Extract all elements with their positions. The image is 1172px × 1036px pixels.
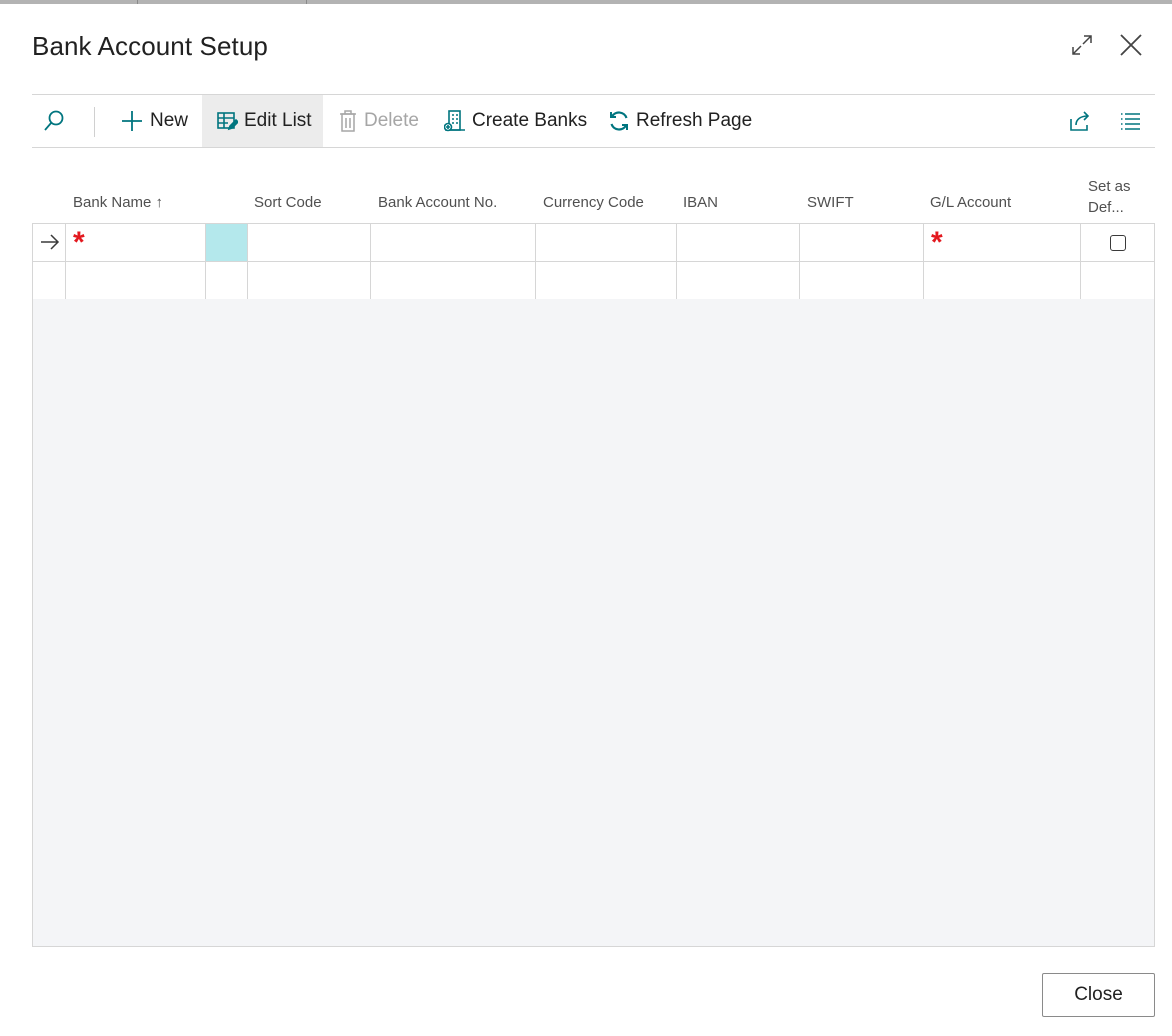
create-banks-icon <box>444 110 465 132</box>
grid-body: * * <box>32 223 1155 947</box>
list-view-button[interactable] <box>1119 95 1147 147</box>
cell-swift[interactable] <box>800 224 924 261</box>
search-button[interactable] <box>42 95 74 147</box>
create-banks-button-label: Create Banks <box>472 110 588 131</box>
refresh-page-button[interactable]: Refresh Page <box>608 95 752 147</box>
strip-divider <box>306 0 307 4</box>
cell-iban[interactable] <box>677 224 800 261</box>
refresh-page-button-label: Refresh Page <box>636 110 753 131</box>
list-view-icon <box>1121 113 1140 130</box>
cell-set-as-default <box>1081 224 1154 261</box>
column-header-bank-account-no[interactable]: Bank Account No. <box>378 194 497 211</box>
delete-button[interactable]: Delete <box>338 95 419 147</box>
close-icon <box>1120 34 1142 56</box>
background-page-strip <box>0 0 1172 4</box>
cell-gl-account[interactable] <box>924 262 1081 299</box>
new-button-label: New <box>150 110 189 131</box>
edit-list-icon <box>217 112 238 131</box>
edit-list-button[interactable]: Edit List <box>202 95 323 147</box>
required-indicator: * <box>931 226 943 259</box>
cell-sort-code[interactable] <box>248 224 371 261</box>
table-row[interactable]: * * <box>33 223 1154 261</box>
table-row[interactable] <box>33 261 1154 299</box>
column-header-currency-code[interactable]: Currency Code <box>543 194 644 211</box>
column-header-sort-code[interactable]: Sort Code <box>254 194 322 211</box>
cell-sort-code[interactable] <box>248 262 371 299</box>
cell-bank-account-no[interactable] <box>371 262 536 299</box>
cell-iban[interactable] <box>677 262 800 299</box>
set-as-default-checkbox[interactable] <box>1110 235 1126 251</box>
cell-currency-code[interactable] <box>536 224 677 261</box>
delete-button-label: Delete <box>364 110 419 131</box>
column-header-bank-name[interactable]: Bank Name ↑ <box>73 194 163 211</box>
close-button[interactable]: Close <box>1042 973 1155 1017</box>
toolbar-separator <box>94 107 95 137</box>
cell-bank-name[interactable] <box>66 262 206 299</box>
arrow-right-icon <box>41 234 60 250</box>
required-indicator: * <box>73 226 85 259</box>
share-button[interactable] <box>1068 95 1098 147</box>
cell-currency-code[interactable] <box>536 262 677 299</box>
cell-bank-account-no[interactable] <box>371 224 536 261</box>
cell-bank-name[interactable]: * <box>66 224 206 261</box>
grid-header: Bank Name ↑ Sort Code Bank Account No. C… <box>32 170 1155 224</box>
strip-divider <box>137 0 138 4</box>
row-indicator-cell[interactable] <box>33 224 66 261</box>
close-dialog-button[interactable] <box>1116 30 1146 60</box>
column-header-iban[interactable]: IBAN <box>683 194 718 211</box>
expand-button[interactable] <box>1067 30 1097 60</box>
delete-icon <box>340 110 356 132</box>
column-header-gl-account[interactable]: G/L Account <box>930 194 1011 211</box>
cell-bank-name-lookup[interactable] <box>206 262 248 299</box>
create-banks-button[interactable]: Create Banks <box>444 95 587 147</box>
dialog-title: Bank Account Setup <box>32 31 268 61</box>
plus-icon <box>122 111 142 131</box>
search-icon <box>44 110 64 131</box>
new-button[interactable]: New <box>120 95 188 147</box>
column-header-set-as-default[interactable]: Set as Def... <box>1088 176 1131 218</box>
expand-icon <box>1072 35 1092 55</box>
column-header-set-as-default-line2: Def... <box>1088 199 1124 216</box>
column-header-set-as-default-line1: Set as <box>1088 178 1131 195</box>
cell-gl-account[interactable]: * <box>924 224 1081 261</box>
cell-swift[interactable] <box>800 262 924 299</box>
edit-list-button-label: Edit List <box>244 110 312 131</box>
cell-bank-name-lookup[interactable] <box>206 224 248 261</box>
refresh-icon <box>610 111 628 131</box>
column-header-swift[interactable]: SWIFT <box>807 194 854 211</box>
share-icon <box>1070 111 1090 131</box>
cell-set-as-default[interactable] <box>1081 262 1154 299</box>
row-indicator-cell[interactable] <box>33 262 66 299</box>
action-bar: New Edit List Delete Create Banks Refres… <box>32 94 1155 148</box>
